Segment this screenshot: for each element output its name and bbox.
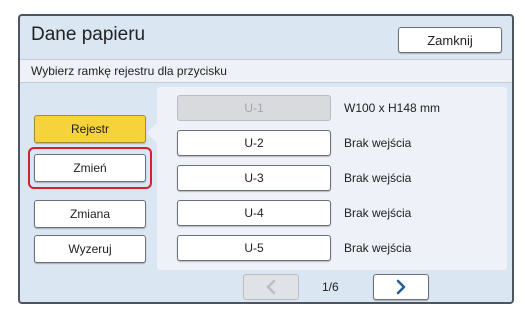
previous-page-button[interactable] (243, 274, 299, 300)
chevron-right-icon (396, 279, 406, 295)
register-u3-value: Brak wejścia (344, 171, 412, 185)
register-u2-button[interactable]: U-2 (177, 130, 331, 156)
instruction-bar: Wybierz ramkę rejestru dla przycisku (20, 59, 512, 83)
register-u3-button[interactable]: U-3 (177, 165, 331, 191)
close-button[interactable]: Zamknij (398, 27, 502, 53)
dialog-title: Dane papieru (31, 24, 146, 45)
next-page-button[interactable] (373, 274, 429, 300)
register-u2-value: Brak wejścia (344, 136, 412, 150)
register-u4-value: Brak wejścia (344, 206, 412, 220)
register-u1-value: W100 x H148 mm (344, 101, 441, 115)
register-u4-button[interactable]: U-4 (177, 200, 331, 226)
paper-data-dialog: Dane papieru Zamknij Wybierz ramkę rejes… (18, 14, 514, 304)
page-indicator: 1/6 (322, 280, 339, 294)
register-button[interactable]: Rejestr (34, 115, 146, 143)
change-button[interactable]: Zmień (34, 154, 146, 182)
reset-button[interactable]: Wyzeruj (34, 235, 146, 263)
panel-pointer (147, 123, 157, 143)
register-u5-value: Brak wejścia (344, 241, 412, 255)
register-u5-button[interactable]: U-5 (177, 235, 331, 261)
modify-button[interactable]: Zmiana (34, 200, 146, 228)
instruction-text: Wybierz ramkę rejestru dla przycisku (31, 64, 227, 78)
register-u1-button[interactable]: U-1 (177, 95, 331, 121)
chevron-left-icon (266, 279, 276, 295)
